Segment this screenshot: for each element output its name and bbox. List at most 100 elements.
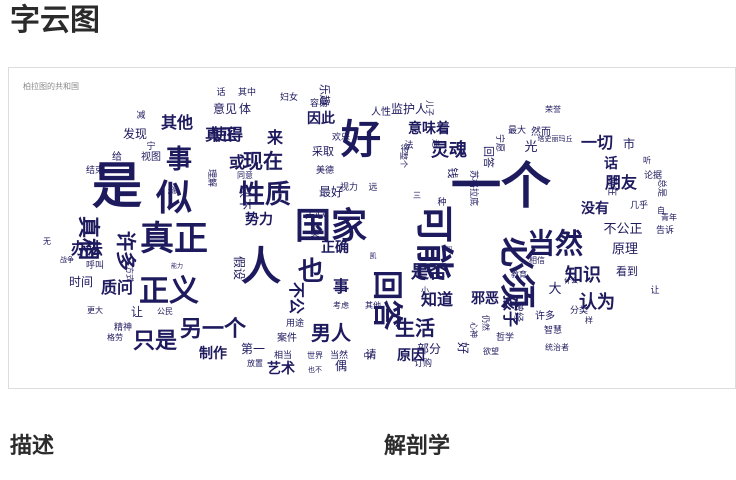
wordcloud-word: 话 [604, 155, 618, 172]
wordcloud-word: 发现 [123, 126, 147, 141]
wordcloud-word: 或 [166, 185, 178, 194]
wordcloud-word: 因此 [307, 110, 335, 127]
wordcloud-word: 减 [136, 109, 145, 121]
wordcloud-word: 艺术 [267, 360, 295, 377]
wordcloud-word: 钱 [446, 168, 460, 179]
wordcloud-word: 放置 [247, 358, 263, 368]
wordcloud-word: 使得 [210, 125, 243, 144]
wordcloud-word: 办法 [71, 239, 103, 258]
wordcloud-word: 自 [657, 205, 665, 215]
wordcloud-word: 好 [456, 342, 470, 354]
section-heading-anatomy: 解剖学 [384, 434, 451, 459]
wordcloud-word: 得 [400, 143, 409, 155]
wordcloud-word: 远 [368, 182, 377, 193]
wordcloud-word: 哲学 [496, 331, 514, 343]
wordcloud-word: 中 [363, 350, 372, 362]
wordcloud-word: 市 [623, 136, 635, 151]
page-title: 字云图 [10, 3, 100, 38]
wordcloud-word: 给 [112, 150, 122, 163]
wordcloud-word: 类 [310, 227, 319, 239]
wordcloud-word: 是否 [410, 262, 447, 283]
wordcloud-word: 种 [437, 196, 446, 208]
wordcloud-word: 让 [650, 285, 659, 296]
wordcloud-word: 另一个 [180, 317, 247, 342]
wordcloud-word: 意见 [213, 101, 237, 116]
wordcloud-word: 关心 [305, 208, 325, 221]
wordcloud-word: 分类 [570, 304, 588, 316]
wordcloud-word: 人 [241, 244, 281, 290]
wordcloud-word: 妇女 [280, 91, 298, 103]
wordcloud-word: 几乎 [630, 200, 648, 211]
wordcloud-word: 不公 [287, 282, 306, 314]
wordcloud-word: 曾经 [512, 302, 525, 322]
wordcloud-word: 无 [43, 237, 51, 246]
wordcloud-word: 欲望 [483, 346, 499, 356]
wordcloud-word: 宁 [146, 140, 155, 152]
wordcloud-word: 战争 [60, 255, 74, 264]
wordcloud-word: 假设 [232, 256, 246, 280]
wordcloud-word: 欢乐 [332, 131, 350, 143]
wordcloud-word: 走 [431, 139, 440, 147]
wordcloud-word: 格劳 [107, 332, 123, 342]
wordcloud-word: 现在 [243, 149, 283, 173]
wordcloud-word: 时间 [69, 275, 93, 289]
wordcloud-word: 许多 [114, 231, 138, 271]
wordcloud-word: 没有 [581, 200, 609, 217]
wordcloud-word: 听 [643, 156, 651, 165]
wordcloud-word: 总是 [656, 179, 668, 197]
wordcloud-word: 其他 [365, 300, 381, 310]
wordcloud-word: 也不 [308, 365, 322, 374]
wordcloud-word: 最大 [508, 124, 526, 136]
wordcloud-word: 理解 [206, 169, 218, 187]
wordcloud-word: 生活 [395, 316, 435, 340]
wordcloud-word: 光 [524, 140, 537, 155]
wordcloud-word: 三 [413, 191, 421, 200]
wordcloud-word: 凯 [370, 251, 377, 260]
wordcloud-word: 原理 [612, 242, 638, 257]
wordcloud-word: 公民 [157, 307, 173, 316]
wordcloud-word: 当然 [330, 349, 348, 361]
wordcloud-word: 心神 [469, 322, 479, 338]
wordcloud-word: 大 [548, 282, 561, 297]
wordcloud-word: 采取 [312, 145, 334, 158]
wordcloud-word: 更大 [87, 305, 103, 315]
wordcloud-word: 制作 [199, 345, 227, 362]
wordcloud-word: 正确 [321, 239, 349, 256]
wordcloud-word: 人性 [371, 105, 391, 118]
wordcloud-word: 第一 [241, 342, 265, 356]
wordcloud-word: 让 [131, 305, 143, 319]
wordcloud-word: 事 [333, 277, 349, 296]
wordcloud-word: 正义 [139, 274, 199, 309]
wordcloud-word: 智慧 [544, 324, 562, 336]
wordcloud-word: 一切 [581, 133, 613, 152]
wordcloud-word: 世界 [307, 350, 323, 360]
wordcloud-word: 其中 [238, 86, 256, 98]
wordcloud-word: 邪恶 [470, 291, 499, 307]
wordcloud-word: 话 [216, 86, 225, 98]
wordcloud-word: 样 [585, 315, 593, 325]
wordcloud-word: 事 [166, 145, 192, 175]
wordcloud-word: 美德 [316, 164, 334, 176]
wordcloud-word: 回答 [482, 146, 496, 168]
wordcloud-word: 似 [155, 178, 192, 219]
wordcloud-word: 男人 [311, 321, 352, 345]
wordcloud-word: 不公正 [603, 222, 642, 237]
wordcloud-word: 儿子 [425, 100, 434, 116]
wordcloud-word: 考虑 [333, 300, 349, 310]
wordcloud-word: 精神 [114, 321, 132, 333]
wordcloud-word: 势力 [245, 211, 273, 228]
wordcloud-word: 苏格拉底 [468, 170, 480, 206]
wordcloud-word: 塔史丽玛丘 [538, 134, 573, 143]
wordcloud-word: 相信 [529, 255, 545, 265]
wordcloud-word: 方式 [125, 266, 135, 282]
wordcloud-word: 呼叫 [86, 260, 104, 271]
wordcloud-word: 统治者 [545, 342, 569, 352]
wordcloud-word: 能力 [171, 262, 183, 270]
wordcloud-word: 视力 [340, 181, 358, 193]
wordcloud-word: 体 [239, 102, 251, 116]
wordcloud-word: 小 [421, 286, 429, 295]
wordcloud-word: 宁愿 [494, 134, 506, 152]
wordcloud-word: 仍然 [481, 315, 491, 331]
wordcloud-word: 现在 [606, 176, 618, 196]
wordcloud-word: 同意 [237, 170, 253, 180]
